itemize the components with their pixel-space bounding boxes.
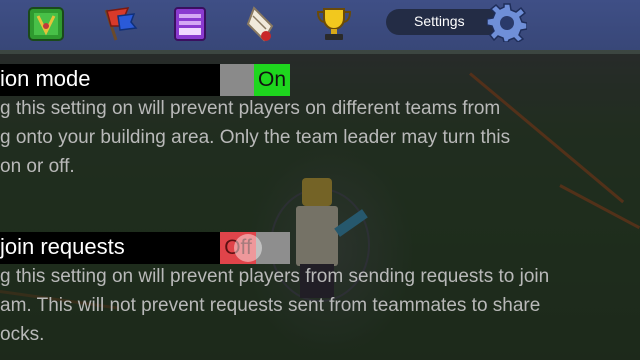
description-line: am. This will not prevent requests sent … [0,295,541,316]
press-indicator [234,234,262,262]
settings-panel: ion mode On g this setting on will preve… [0,54,640,360]
settings-button[interactable] [486,2,528,43]
setting-description: g this setting on will prevent players f… [0,262,640,349]
description-line: ocks. [0,324,45,345]
teams-button[interactable] [98,4,138,44]
settings-label: Settings [414,13,465,29]
toggle-knob [220,64,256,96]
top-toolbar: Settings [0,0,640,50]
gear-icon [486,3,528,43]
setting-description: g this setting on will prevent players o… [0,94,640,181]
flag-icon [104,7,138,41]
description-line: g this setting on will prevent players f… [0,266,550,287]
trophy-icon [316,8,352,40]
shop-icon [174,7,206,41]
map-icon [28,7,64,41]
setting-row-title-bar: ion mode [0,64,220,96]
setting-title: join requests [0,234,125,259]
setting-row-title-bar: join requests [0,232,220,264]
description-line: on or off. [0,156,75,177]
shop-button[interactable] [170,4,210,44]
scroll-icon [246,6,274,42]
toggle-state: On [254,64,290,96]
setting-title: ion mode [0,66,91,91]
setting-toggle[interactable]: On [220,64,290,96]
description-line: g onto your building area. Only the team… [0,127,511,148]
quests-button[interactable] [242,4,282,44]
description-line: g this setting on will prevent players o… [0,98,501,119]
map-button[interactable] [26,4,66,44]
leaderboard-button[interactable] [314,4,354,44]
setting-toggle[interactable]: Off [220,232,290,264]
